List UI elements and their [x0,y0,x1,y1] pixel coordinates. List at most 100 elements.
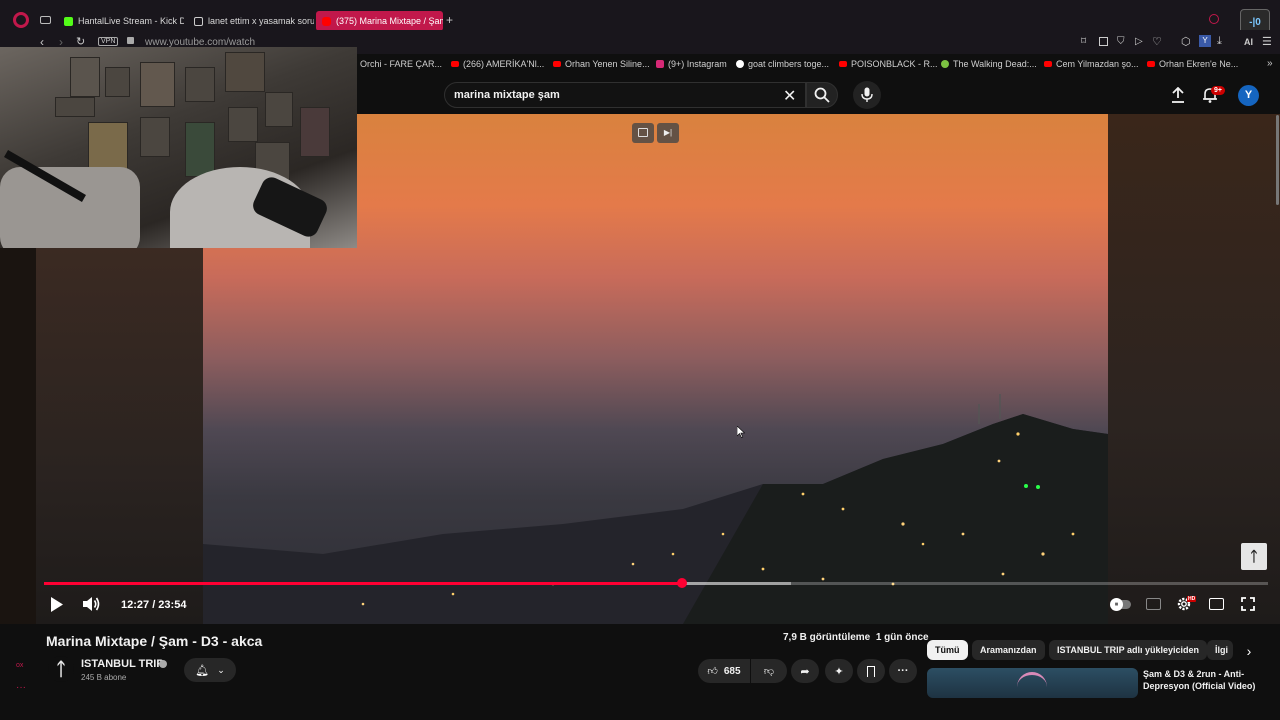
video-blur-left [36,248,203,624]
chair [0,167,140,248]
bookmark-item[interactable]: POISONBLACK - R... [839,59,938,69]
snapshot-icon[interactable] [1099,37,1108,46]
heart-icon[interactable]: ♡ [1152,35,1162,48]
webcam-overlay [0,47,357,248]
chip-related[interactable]: İlgi [1207,640,1233,660]
chip-from-search[interactable]: Aramanızdan [972,640,1045,660]
miniplayer-icon [638,128,648,137]
clear-search-icon[interactable]: ✕ [783,86,796,106]
share-button[interactable]: ➦ [791,659,819,683]
bookmark-item[interactable]: (266) AMERİKA'Nl... [451,59,544,69]
instagram-favicon-icon [656,60,664,68]
mouse-cursor-icon [737,426,745,438]
more-horizontal-icon: ··· [897,665,909,677]
play-icon[interactable] [50,597,64,612]
verified-icon [159,660,167,668]
extensions-icon[interactable]: ⬡ [1181,35,1191,48]
opera-logo-icon[interactable] [13,12,29,28]
poster [55,97,95,117]
tab-kick[interactable]: HantalLive Stream - Kick D... [58,11,184,31]
thumbs-up-icon: 👍︎ [707,666,718,677]
like-button[interactable]: 👍︎ 685 [698,659,750,683]
bookmark-item[interactable]: The Walking Dead:... [941,59,1037,69]
menu-icon[interactable]: ☰ [1262,35,1272,48]
google-favicon-icon [736,60,744,68]
search-query: marina mixtape şam [454,89,560,101]
subtitles-icon[interactable] [1146,598,1161,610]
like-count: 685 [723,665,741,677]
tab-lanet[interactable]: lanet ettim x yasamak soru... [188,11,314,31]
video-title: Marina Mixtape / Şam - D3 - akca [46,633,263,649]
search-icon [814,87,830,103]
poster [185,67,215,102]
poster [185,122,215,177]
channel-name[interactable]: ISTANBUL TRIP [81,658,164,670]
poster [140,117,170,157]
pin-icon[interactable]: ⌑ [1081,36,1086,47]
document-favicon-icon [194,16,203,26]
chevron-down-icon: ⌄ [217,664,225,675]
save-button[interactable] [857,659,885,683]
kick-favicon-icon [64,16,73,26]
tab-youtube-active[interactable]: (375) Marina Mixtape / Şam [316,11,443,31]
sidebar-label: ox [16,662,24,669]
shield-icon[interactable]: ⛉ [1117,36,1125,47]
vpn-badge[interactable]: VPN [98,37,119,46]
bookmark-item[interactable]: Orhan Yenen Siline... [553,59,650,69]
thumbs-down-icon: 👎︎ [763,666,775,677]
channel-avatar[interactable]: ᛏ [48,656,74,682]
poster [265,92,293,127]
poster [228,107,258,142]
notification-count-badge: 9+ [1211,86,1225,95]
bookmarks-more-icon[interactable]: » [1267,58,1273,69]
autoplay-knob: ⏸ [1110,598,1123,611]
walkingdead-favicon-icon [941,60,949,68]
volume-icon[interactable] [82,596,100,612]
bookmark-item[interactable]: (9+) Instagram [656,59,727,69]
search-tabs-icon[interactable] [1209,14,1219,24]
chip-from-uploader[interactable]: ISTANBUL TRIP adlı yükleyiciden [1049,640,1208,660]
thumbnail-figure [1017,672,1047,698]
progress-played [44,582,682,585]
poster [105,67,130,97]
youtube-favicon-icon [451,61,459,67]
tab-overview-icon[interactable] [40,16,51,24]
sparkle-icon: ✦ [834,665,844,678]
fullscreen-icon[interactable] [1241,597,1255,611]
theater-mode-icon[interactable] [1209,598,1224,610]
upload-icon[interactable] [1171,87,1185,103]
sidebar-more-icon[interactable]: ··· [16,682,26,693]
bookmark-item[interactable]: goat climbers toge... [736,59,829,69]
bookmark-item[interactable]: Cem Yilmazdan şo... [1044,59,1139,69]
poster [140,62,175,107]
lock-icon [127,37,134,44]
chip-all[interactable]: Tümü [927,640,968,660]
bell-icon: 🔔︎ [195,664,210,677]
poster [300,107,330,157]
ask-ai-button[interactable]: ✦ [825,659,853,683]
recommendation-thumbnail[interactable] [927,668,1138,698]
avatar[interactable]: Y [1238,85,1259,106]
recommendation-title[interactable]: Şam & D3 & 2run - Anti-Depresyon (Offici… [1143,668,1273,692]
play-ext-icon[interactable]: ▷ [1135,36,1143,47]
channel-watermark-icon[interactable]: ᛏ [1241,543,1267,570]
profile-ext-icon[interactable]: Y [1199,35,1211,47]
poster [225,52,265,92]
youtube-favicon-icon [322,16,331,26]
new-tab-icon[interactable]: + [446,13,453,27]
youtube-favicon-icon [553,61,561,67]
more-actions-button[interactable]: ··· [889,659,917,683]
bookmark-item[interactable]: Orhan Ekren'e Ne... [1147,59,1238,69]
page-scrollbar[interactable] [1276,115,1279,205]
dislike-button[interactable]: 👎︎ [751,659,787,683]
progress-scrubber[interactable] [676,578,687,588]
chips-next-icon[interactable]: › [1238,640,1260,662]
hd-badge: HD [1187,596,1197,602]
microphone-icon [861,87,873,102]
download-icon[interactable]: ⤓ [1217,35,1222,48]
bookmark-item[interactable]: Orchi - FARE ÇAR... [360,59,442,69]
subscribed-bell-button[interactable]: 🔔︎ ⌄ [184,658,236,682]
subscriber-count: 245 B abone [81,673,127,682]
ai-button[interactable]: AI [1244,37,1253,47]
next-button[interactable]: ▶| [657,123,679,143]
